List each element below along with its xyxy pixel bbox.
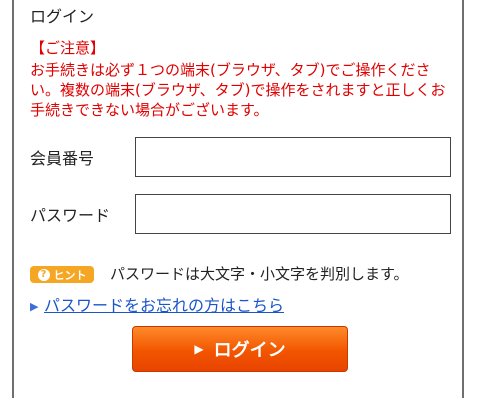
member-number-label: 会員番号 bbox=[30, 149, 95, 168]
forgot-password-link[interactable]: パスワードをお忘れの方はこちら bbox=[44, 295, 284, 317]
login-button[interactable]: ▶ ログイン bbox=[132, 326, 348, 372]
hint-badge: ? ヒント bbox=[30, 266, 94, 283]
login-button-label: ログイン bbox=[213, 340, 286, 361]
notice-text: お手続きは必ず１つの端末(ブラウザ、タブ)でご操作ください。複数の端末(ブラウザ… bbox=[30, 61, 446, 119]
hint-badge-label: ヒント bbox=[53, 268, 87, 282]
password-input[interactable] bbox=[135, 194, 451, 234]
hint-text: パスワードは大文字・小文字を判別します。 bbox=[110, 265, 409, 283]
question-icon: ? bbox=[37, 268, 50, 281]
notice-heading: 【ご注意】 bbox=[30, 39, 106, 57]
triangle-right-icon: ▶ bbox=[30, 300, 39, 313]
page-title: ログイン bbox=[30, 7, 95, 26]
member-number-input[interactable] bbox=[135, 137, 451, 177]
password-label: パスワード bbox=[30, 206, 111, 225]
play-arrow-icon: ▶ bbox=[194, 342, 204, 356]
